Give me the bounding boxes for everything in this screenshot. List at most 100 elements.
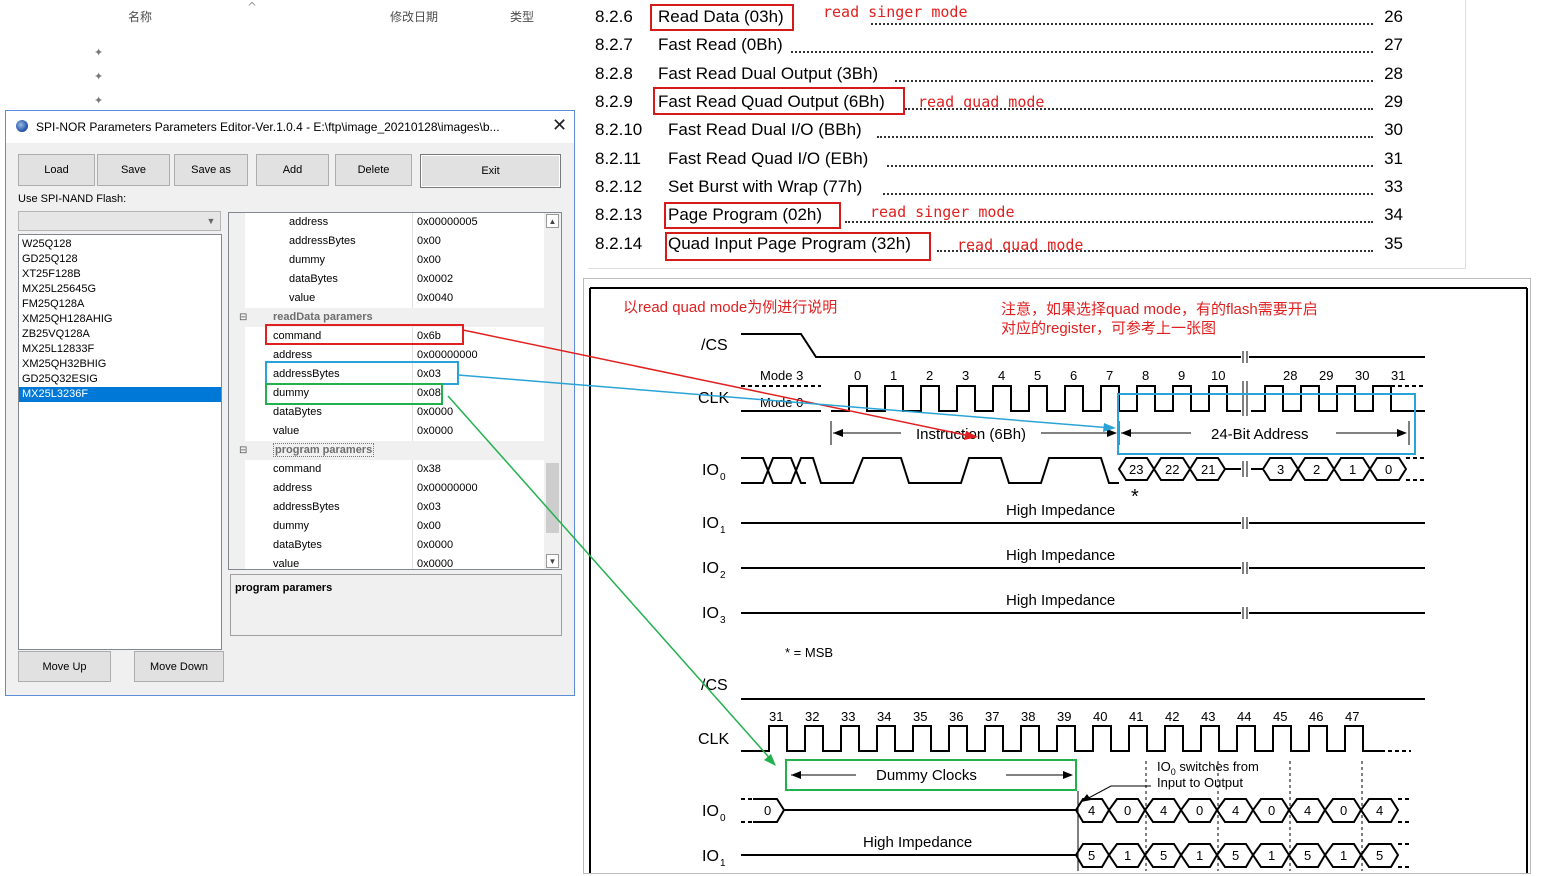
close-icon[interactable]: ✕ bbox=[552, 115, 567, 136]
property-grid-scrollbar[interactable]: ▲ ▼ bbox=[544, 213, 561, 569]
chip-list-item[interactable]: W25Q128 bbox=[19, 237, 221, 252]
note-quad-warning-2: 对应的register，可参考上一张图 bbox=[1001, 319, 1216, 337]
property-row[interactable]: value 0x0000 bbox=[245, 555, 545, 569]
column-header-date[interactable]: 修改日期 bbox=[390, 8, 438, 25]
clk-number: 37 bbox=[985, 709, 999, 724]
data-bit: 5 bbox=[1160, 848, 1167, 863]
property-row[interactable]: addressBytes 0x00 bbox=[245, 232, 545, 251]
property-row[interactable]: address 0x00000000 bbox=[245, 346, 545, 365]
annotation-text: read singer mode bbox=[870, 203, 1015, 221]
property-key: command bbox=[273, 463, 322, 475]
mode3-label: Mode 3 bbox=[760, 368, 803, 383]
collapse-icon[interactable]: ⊟ bbox=[239, 445, 247, 456]
chip-list-item[interactable]: GD25Q32ESIG bbox=[19, 372, 221, 387]
cs-label-bottom: /CS bbox=[701, 677, 728, 694]
property-value[interactable]: 0x00000005 bbox=[417, 216, 478, 228]
save-button[interactable]: Save bbox=[97, 154, 170, 186]
nand-flash-select[interactable]: ▼ bbox=[18, 211, 221, 231]
property-value[interactable]: 0x03 bbox=[417, 368, 441, 380]
property-value[interactable]: 0x38 bbox=[417, 463, 441, 475]
chip-list-item[interactable]: XM25QH128AHIG bbox=[19, 312, 221, 327]
property-value[interactable]: 0x6b bbox=[417, 330, 441, 342]
msb-legend: * = MSB bbox=[785, 645, 833, 660]
category-program[interactable]: ⊟ program paramers bbox=[239, 441, 545, 460]
clk-number: 35 bbox=[913, 709, 927, 724]
property-value[interactable]: 0x0000 bbox=[417, 406, 453, 418]
scroll-up-icon[interactable]: ▲ bbox=[546, 214, 559, 228]
property-value[interactable]: 0x0000 bbox=[417, 425, 453, 437]
address-bit: 21 bbox=[1201, 462, 1215, 477]
property-row[interactable]: address 0x00000005 bbox=[245, 213, 545, 232]
clk-number: 47 bbox=[1345, 709, 1359, 724]
clk-number: 43 bbox=[1201, 709, 1215, 724]
delete-button[interactable]: Delete bbox=[335, 154, 412, 186]
scroll-thumb[interactable] bbox=[546, 463, 559, 533]
toc-number: 8.2.11 bbox=[595, 149, 642, 168]
category-readdata[interactable]: ⊟ readData paramers bbox=[239, 308, 545, 327]
property-row[interactable]: value 0x0000 bbox=[245, 422, 545, 441]
chip-list-item-selected[interactable]: MX25L3236F bbox=[19, 387, 221, 402]
add-button[interactable]: Add bbox=[256, 154, 329, 186]
property-value[interactable]: 0x00000000 bbox=[417, 482, 478, 494]
address-bit: 0 bbox=[1385, 462, 1392, 477]
property-row[interactable]: dummy 0x08 bbox=[245, 384, 545, 403]
property-row[interactable]: dummy 0x00 bbox=[245, 251, 545, 270]
high-impedance-label: High Impedance bbox=[863, 834, 972, 851]
column-header-type[interactable]: 类型 bbox=[510, 8, 534, 25]
property-row[interactable]: dataBytes 0x0002 bbox=[245, 270, 545, 289]
property-row[interactable]: dummy 0x00 bbox=[245, 517, 545, 536]
property-row[interactable]: command 0x38 bbox=[245, 460, 545, 479]
toc-number: 8.2.7 bbox=[595, 35, 633, 54]
property-value[interactable]: 0x0002 bbox=[417, 273, 453, 285]
property-key: value bbox=[273, 425, 300, 437]
chip-list-item[interactable]: MX25L12833F bbox=[19, 342, 221, 357]
property-row[interactable]: addressBytes 0x03 bbox=[245, 365, 545, 384]
property-value[interactable]: 0x0040 bbox=[417, 292, 453, 304]
clk-number: 5 bbox=[1034, 368, 1041, 383]
clk-number: 46 bbox=[1309, 709, 1323, 724]
load-button[interactable]: Load bbox=[18, 154, 95, 186]
column-header-name[interactable]: 名称 bbox=[128, 8, 152, 25]
toc-leader bbox=[871, 22, 1373, 25]
property-row[interactable]: command 0x6b bbox=[245, 327, 545, 346]
save-as-button[interactable]: Save as bbox=[174, 154, 248, 186]
property-value[interactable]: 0x00 bbox=[417, 254, 441, 266]
io0-subscript-bottom: 0 bbox=[720, 813, 726, 824]
chip-list-item[interactable]: FM25Q128A bbox=[19, 297, 221, 312]
chip-list[interactable]: W25Q128 GD25Q128 XT25F128B MX25L25645G F… bbox=[18, 234, 222, 650]
property-key: dummy bbox=[289, 254, 326, 266]
pin-icon[interactable]: ✦ bbox=[94, 70, 103, 83]
toc-number: 8.2.6 bbox=[595, 7, 633, 26]
chip-list-item[interactable]: GD25Q128 bbox=[19, 252, 221, 267]
property-value[interactable]: 0x00 bbox=[417, 235, 441, 247]
window-titlebar[interactable]: SPI-NOR Parameters Parameters Editor-Ver… bbox=[6, 111, 574, 143]
collapse-icon[interactable]: ⊟ bbox=[239, 312, 247, 323]
chip-list-item[interactable]: MX25L25645G bbox=[19, 282, 221, 297]
property-value[interactable]: 0x00000000 bbox=[417, 349, 478, 361]
property-row[interactable]: address 0x00000000 bbox=[245, 479, 545, 498]
pin-icon[interactable]: ✦ bbox=[94, 46, 103, 59]
chip-list-item[interactable]: ZB25VQ128A bbox=[19, 327, 221, 342]
move-down-button[interactable]: Move Down bbox=[134, 651, 224, 682]
scroll-down-icon[interactable]: ▼ bbox=[546, 554, 559, 568]
property-grid[interactable]: address 0x00000005 addressBytes 0x00 dummy… bbox=[228, 212, 562, 570]
data-bit: 4 bbox=[1232, 803, 1239, 818]
chevron-down-icon[interactable]: ▼ bbox=[204, 214, 218, 228]
property-value[interactable]: 0x03 bbox=[417, 501, 441, 513]
property-row[interactable]: dataBytes 0x0000 bbox=[245, 536, 545, 555]
property-row[interactable]: dataBytes 0x0000 bbox=[245, 403, 545, 422]
property-row[interactable]: value 0x0040 bbox=[245, 289, 545, 308]
property-row[interactable]: addressBytes 0x03 bbox=[245, 498, 545, 517]
dummy-clocks-label: Dummy Clocks bbox=[876, 767, 977, 784]
exit-button[interactable]: Exit bbox=[420, 154, 561, 188]
toc-title: Fast Read Quad I/O (EBh) bbox=[668, 149, 869, 168]
property-value[interactable]: 0x0000 bbox=[417, 539, 453, 551]
chip-list-item[interactable]: XT25F128B bbox=[19, 267, 221, 282]
property-value[interactable]: 0x00 bbox=[417, 520, 441, 532]
property-value[interactable]: 0x08 bbox=[417, 387, 441, 399]
move-up-button[interactable]: Move Up bbox=[18, 651, 111, 682]
property-key: address bbox=[273, 349, 313, 361]
chip-list-item[interactable]: XM25QH32BHIG bbox=[19, 357, 221, 372]
pin-icon[interactable]: ✦ bbox=[94, 94, 103, 107]
property-value[interactable]: 0x0000 bbox=[417, 558, 453, 569]
